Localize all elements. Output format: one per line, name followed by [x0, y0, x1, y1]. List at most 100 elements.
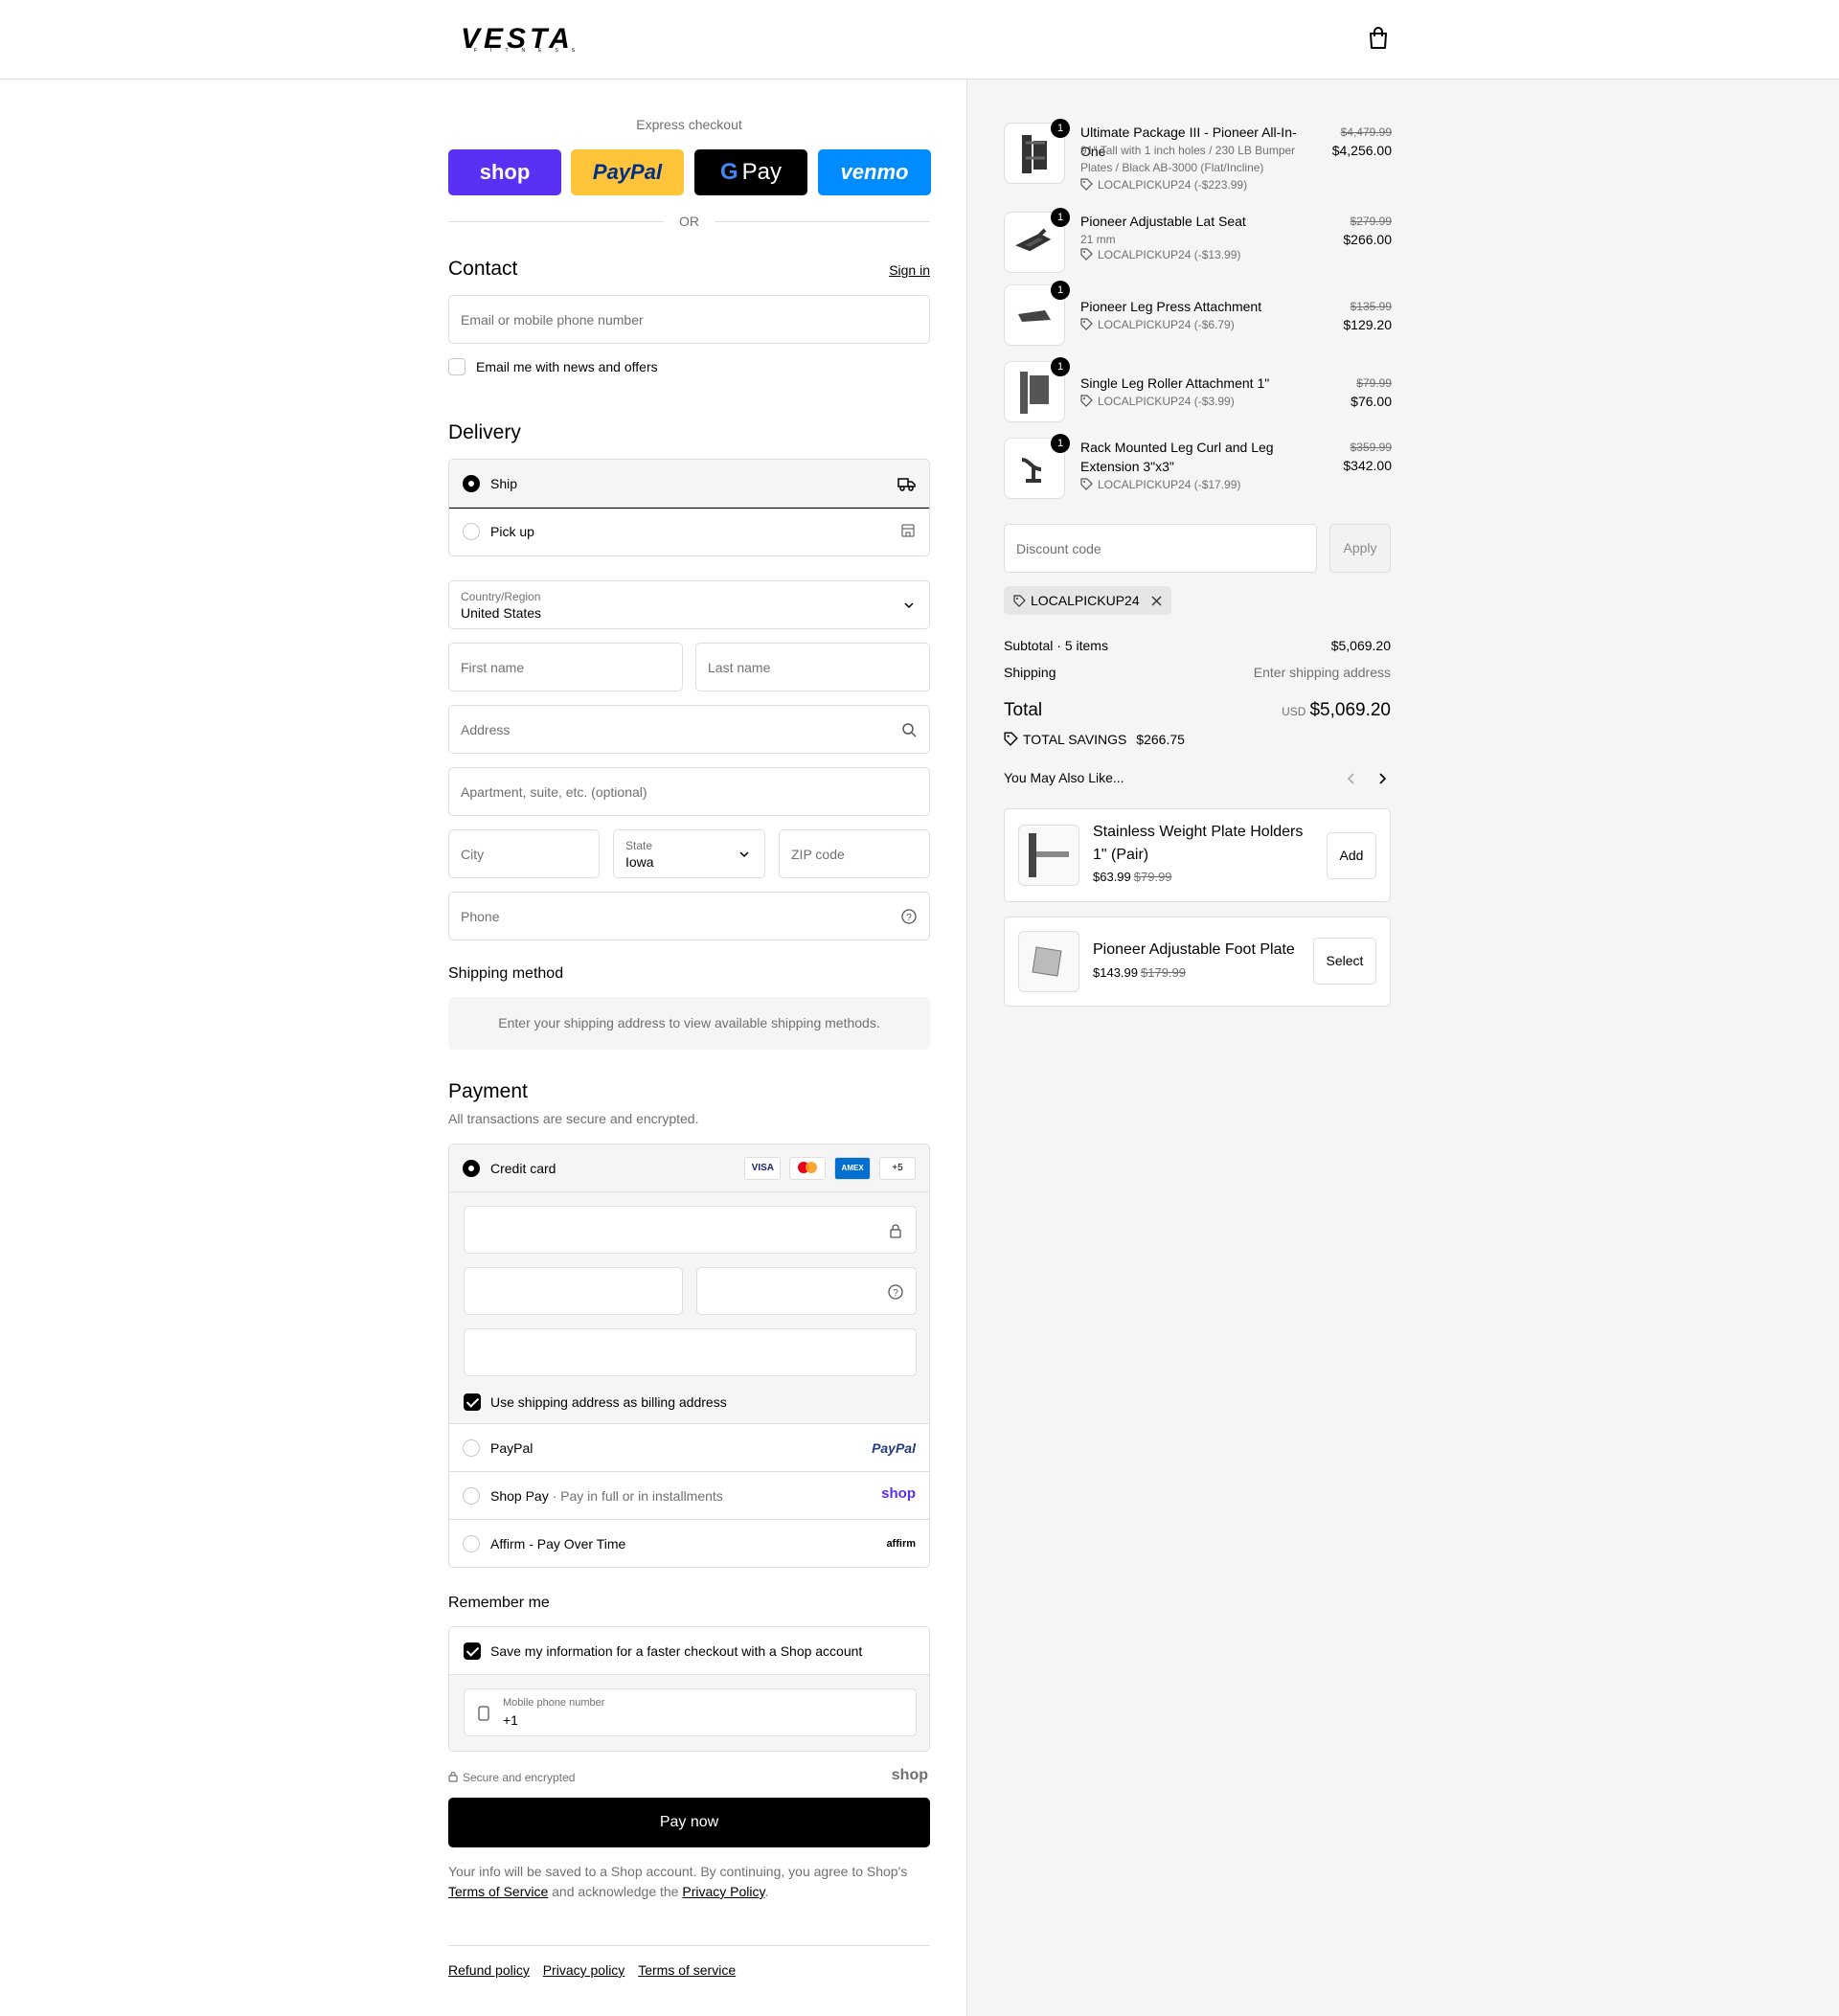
- affirm-radio[interactable]: [463, 1535, 480, 1552]
- recommendation-price: $143.99: [1093, 965, 1138, 980]
- add-button[interactable]: Add: [1327, 832, 1376, 879]
- legal-text-1: Your info will be saved to a Shop accoun…: [448, 1864, 908, 1879]
- last-name-field[interactable]: Last name: [695, 643, 930, 691]
- terms-of-service-link[interactable]: Terms of Service: [448, 1884, 548, 1899]
- contact-title: Contact: [448, 258, 518, 280]
- recommendation-old-price: $179.99: [1141, 965, 1186, 980]
- paypal-express-button[interactable]: PayPal: [571, 149, 684, 195]
- refund-policy-link[interactable]: Refund policy: [448, 1962, 530, 1978]
- affirm-logo: affirm: [886, 1538, 916, 1550]
- item-discount: LOCALPICKUP24 (-$3.99): [1080, 395, 1235, 408]
- item-original-price: $135.99: [1350, 300, 1392, 313]
- shop-pay-express-button[interactable]: shop: [448, 149, 561, 195]
- ship-radio[interactable]: [463, 475, 480, 492]
- apartment-field[interactable]: Apartment, suite, etc. (optional): [448, 767, 930, 816]
- save-info-checkbox[interactable]: [464, 1642, 481, 1660]
- country-select[interactable]: Country/Region United States: [448, 580, 930, 629]
- or-text: OR: [679, 214, 699, 229]
- tag-icon: [1080, 178, 1093, 191]
- email-field[interactable]: Email or mobile phone number: [448, 295, 930, 344]
- zip-field[interactable]: ZIP code: [779, 829, 930, 878]
- credit-card-option[interactable]: Credit card VISA AMEX +5: [449, 1144, 929, 1193]
- card-number-field[interactable]: [464, 1206, 917, 1254]
- venmo-button[interactable]: venmo: [818, 149, 931, 195]
- subtotal-value: $5,069.20: [1330, 638, 1391, 653]
- mobile-phone-icon: [478, 1706, 489, 1721]
- help-icon[interactable]: ?: [887, 1283, 904, 1301]
- recommendation-name: Stainless Weight Plate Holders 1" (Pair): [1093, 824, 1304, 863]
- item-price: $342.00: [1343, 458, 1392, 473]
- legal-end: .: [764, 1884, 769, 1899]
- site-header: VESTA FITNESS: [0, 0, 1839, 79]
- name-on-card-field[interactable]: [464, 1328, 917, 1376]
- item-original-price: $279.99: [1350, 215, 1392, 228]
- terms-of-service-footer-link[interactable]: Terms of service: [638, 1962, 736, 1978]
- recommendation-price-group: $63.99 $79.99: [1093, 870, 1172, 884]
- paypal-radio[interactable]: [463, 1439, 480, 1457]
- total-value: $5,069.20: [1309, 700, 1391, 720]
- order-item: 1 Single Leg Roller Attachment 1" LOCALP…: [1004, 357, 1392, 424]
- paypal-option[interactable]: PayPal PayPal: [449, 1424, 929, 1472]
- item-original-price: $79.99: [1356, 376, 1392, 390]
- store-icon: [901, 524, 915, 537]
- first-name-field[interactable]: First name: [448, 643, 683, 691]
- city-field[interactable]: City: [448, 829, 600, 878]
- order-item: 1 Ultimate Package III - Pioneer All-In-…: [1004, 119, 1392, 192]
- expiry-field[interactable]: [464, 1267, 683, 1315]
- legal-text-2: and acknowledge the: [552, 1884, 679, 1899]
- pickup-option[interactable]: Pick up: [449, 508, 929, 555]
- payment-options: Credit card VISA AMEX +5 ? Use shipping …: [448, 1144, 930, 1568]
- pickup-radio[interactable]: [463, 523, 480, 540]
- item-variant: 21 mm: [1080, 233, 1116, 246]
- country-value: United States: [461, 605, 542, 621]
- shipping-row: Shipping Enter shipping address: [1004, 665, 1391, 680]
- email-placeholder: Email or mobile phone number: [461, 312, 644, 328]
- tag-icon: [1004, 732, 1018, 746]
- state-select[interactable]: State Iowa: [613, 829, 765, 878]
- select-button[interactable]: Select: [1313, 938, 1376, 985]
- phone-field[interactable]: Phone ?: [448, 892, 930, 940]
- applied-discount-code: LOCALPICKUP24: [1031, 593, 1140, 608]
- shop-pay-radio[interactable]: [463, 1487, 480, 1505]
- subtotal-row: Subtotal · 5 items $5,069.20: [1004, 638, 1391, 653]
- footer-links: Refund policy Privacy policy Terms of se…: [448, 1962, 736, 1978]
- security-code-field[interactable]: ?: [696, 1267, 917, 1315]
- item-price: $76.00: [1351, 394, 1392, 409]
- billing-same-checkbox[interactable]: [464, 1393, 481, 1411]
- quantity-badge: 1: [1051, 357, 1070, 376]
- privacy-policy-footer-link[interactable]: Privacy policy: [543, 1962, 625, 1978]
- shipping-method-title: Shipping method: [448, 965, 564, 982]
- mobile-phone-value: +1: [503, 1712, 518, 1728]
- privacy-policy-link[interactable]: Privacy Policy: [682, 1884, 764, 1899]
- affirm-option[interactable]: Affirm - Pay Over Time affirm: [449, 1520, 929, 1567]
- discount-code-placeholder: Discount code: [1016, 541, 1101, 556]
- chevron-left-icon[interactable]: [1345, 771, 1358, 786]
- lock-icon: [448, 1771, 458, 1782]
- chevron-right-icon[interactable]: [1375, 771, 1389, 786]
- remember-title: Remember me: [448, 1595, 550, 1611]
- shop-pay-option[interactable]: Shop Pay · Pay in full or in installment…: [449, 1472, 929, 1520]
- savings-label: TOTAL SAVINGS: [1023, 732, 1127, 747]
- shopping-bag-icon[interactable]: [1368, 27, 1389, 50]
- news-checkbox[interactable]: [448, 358, 465, 375]
- shipping-label: Shipping: [1004, 665, 1056, 680]
- discount-code-field[interactable]: Discount code: [1004, 524, 1317, 573]
- mobile-phone-field[interactable]: Mobile phone number +1: [464, 1688, 917, 1736]
- state-value: Iowa: [625, 854, 654, 870]
- country-label: Country/Region: [461, 590, 541, 603]
- savings-value: $266.75: [1136, 732, 1185, 747]
- pay-now-button[interactable]: Pay now: [448, 1798, 930, 1847]
- help-icon[interactable]: ?: [900, 908, 918, 925]
- apply-button[interactable]: Apply: [1329, 524, 1391, 573]
- shop-pay-logo: shop: [881, 1485, 916, 1502]
- sign-in-link[interactable]: Sign in: [889, 262, 930, 278]
- phone-row: Mobile phone number +1: [449, 1675, 929, 1751]
- address-field[interactable]: Address: [448, 705, 930, 754]
- credit-card-radio[interactable]: [463, 1160, 480, 1177]
- close-icon[interactable]: [1151, 596, 1162, 606]
- ship-option[interactable]: Ship: [449, 460, 929, 509]
- google-pay-button[interactable]: G Pay: [694, 149, 807, 195]
- shop-logo: shop: [891, 1767, 928, 1783]
- tag-icon: [1080, 248, 1093, 260]
- brand-logo[interactable]: VESTA FITNESS: [461, 25, 595, 56]
